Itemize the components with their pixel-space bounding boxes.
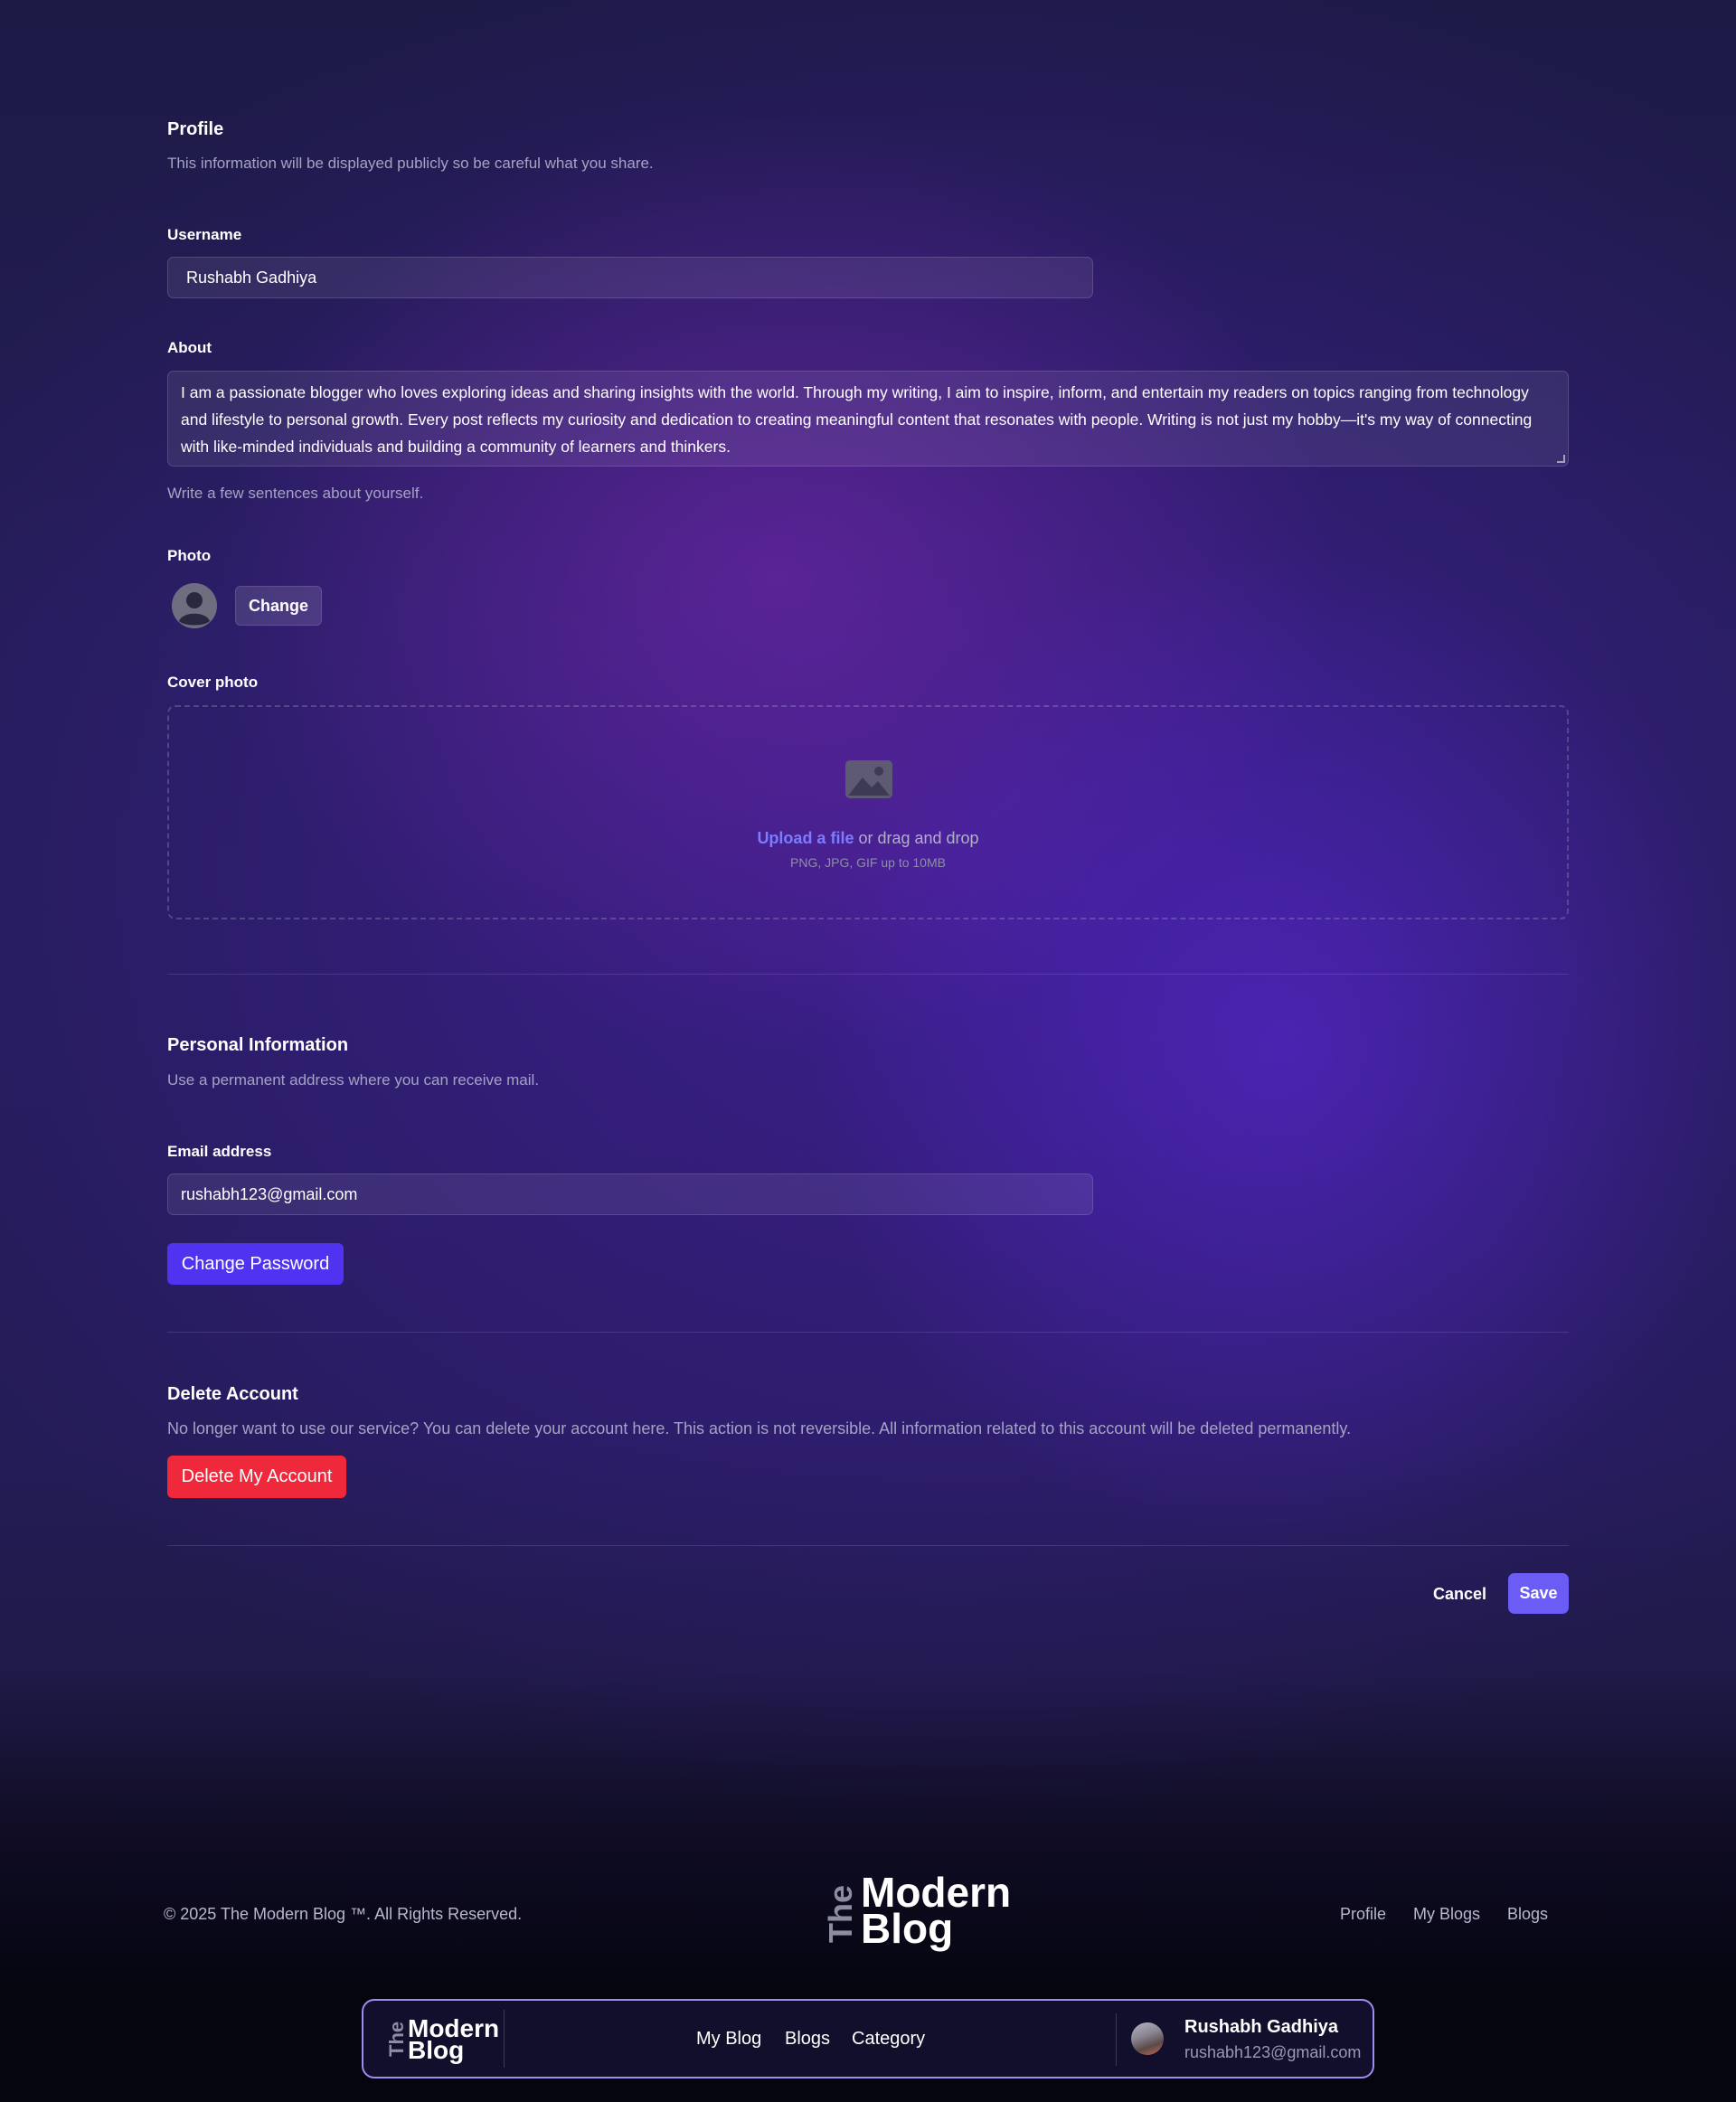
email-value: rushabh123@gmail.com	[181, 1184, 358, 1203]
username-value: Rushabh Gadhiya	[186, 268, 317, 287]
nav-link-blogs[interactable]: Blogs	[785, 2029, 830, 2050]
change-password-button[interactable]: Change Password	[167, 1243, 344, 1285]
user-placeholder-icon	[172, 583, 217, 628]
footer-copyright: © 2025 The Modern Blog ™. All Rights Res…	[164, 1905, 523, 1923]
delete-section-title: Delete Account	[167, 1384, 298, 1404]
section-divider	[167, 1332, 1569, 1333]
footer-logo-the: The	[822, 1884, 859, 1943]
footer-link-profile[interactable]: Profile	[1340, 1905, 1386, 1924]
cover-photo-dropzone[interactable]: Upload a file or drag and drop PNG, JPG,…	[167, 705, 1569, 919]
about-label: About	[167, 339, 212, 356]
email-label: Email address	[167, 1143, 272, 1160]
about-textarea[interactable]: I am a passionate blogger who loves expl…	[167, 371, 1569, 467]
upload-file-link[interactable]: Upload a file	[757, 829, 854, 847]
image-icon	[844, 759, 893, 799]
upload-hint: PNG, JPG, GIF up to 10MB	[790, 855, 946, 870]
nav-link-my-blog[interactable]: My Blog	[696, 2029, 761, 2050]
footer-link-my-blogs[interactable]: My Blogs	[1413, 1905, 1480, 1924]
upload-instructions: Upload a file or drag and drop	[169, 829, 1567, 848]
profile-section-description: This information will be displayed publi…	[167, 155, 654, 172]
footer-logo-blog: Blog	[861, 1905, 954, 1952]
user-avatar[interactable]	[1131, 2022, 1164, 2055]
drag-drop-text: or drag and drop	[854, 829, 979, 847]
section-divider	[167, 1545, 1569, 1546]
navbar-user-name: Rushabh Gadhiya	[1184, 2017, 1339, 2037]
username-input[interactable]: Rushabh Gadhiya	[167, 257, 1093, 298]
bottom-navbar: The Modern Blog My Blog Blogs Category R…	[362, 1999, 1374, 2078]
photo-label: Photo	[167, 547, 212, 564]
about-hint: Write a few sentences about yourself.	[167, 485, 424, 502]
profile-section-title: Profile	[167, 119, 224, 139]
nav-link-category[interactable]: Category	[852, 2029, 925, 2050]
resize-handle-icon[interactable]	[1557, 455, 1565, 463]
save-button[interactable]: Save	[1508, 1573, 1569, 1614]
cancel-button[interactable]: Cancel	[1433, 1585, 1486, 1604]
navbar-logo-blog: Blog	[408, 2036, 465, 2064]
change-photo-button[interactable]: Change	[235, 586, 323, 626]
footer-logo[interactable]: The Modern Blog	[818, 1871, 1035, 1953]
email-input[interactable]: rushabh123@gmail.com	[167, 1174, 1093, 1215]
personal-section-description: Use a permanent address where you can re…	[167, 1071, 540, 1089]
cover-photo-label: Cover photo	[167, 674, 259, 691]
navbar-divider	[1116, 2013, 1117, 2066]
navbar-user-email: rushabh123@gmail.com	[1184, 2043, 1362, 2061]
section-divider	[167, 974, 1569, 975]
delete-account-button[interactable]: Delete My Account	[167, 1456, 346, 1498]
about-value: I am a passionate blogger who loves expl…	[181, 383, 1533, 456]
navbar-divider	[504, 2010, 505, 2068]
delete-section-description: No longer want to use our service? You c…	[167, 1419, 1352, 1437]
navbar-logo-the: The	[385, 2021, 408, 2057]
footer-link-blogs[interactable]: Blogs	[1507, 1905, 1548, 1924]
username-label: Username	[167, 226, 242, 243]
navbar-logo[interactable]: The Modern Blog	[385, 2015, 503, 2066]
personal-section-title: Personal Information	[167, 1035, 349, 1055]
